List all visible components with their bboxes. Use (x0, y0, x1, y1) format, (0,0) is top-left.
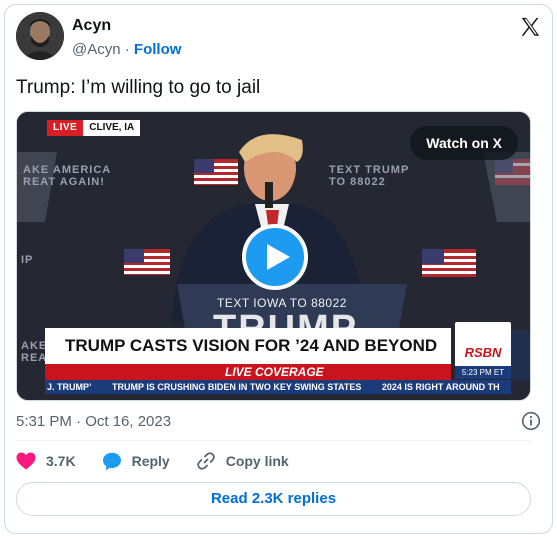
play-button[interactable] (242, 224, 308, 290)
live-badge: LIVE (47, 120, 84, 136)
tweet-text: Trump: I’m willing to go to jail (16, 77, 261, 98)
backdrop-fragment-bottom: AKE REA (21, 340, 48, 364)
ticker-item: TRUMP IS CRUSHING BIDEN IN TWO KEY SWING… (112, 382, 362, 392)
reply-icon (102, 452, 121, 470)
separator: · (124, 41, 130, 58)
live-tag: LIVE CLIVE, IA (47, 120, 141, 136)
info-icon[interactable] (521, 411, 541, 431)
play-icon (267, 244, 290, 270)
live-coverage-banner: LIVE COVERAGE (45, 364, 451, 380)
divider (16, 440, 531, 441)
flag-icon (194, 159, 238, 185)
video-player[interactable]: AKE AMERICA REAT AGAIN! TEXT TRUMP TO 88… (16, 111, 531, 401)
watch-on-x-button[interactable]: Watch on X (410, 126, 518, 160)
author-handle[interactable]: @Acyn (72, 41, 121, 58)
avatar[interactable] (16, 12, 64, 60)
like-count: 3.7K (46, 453, 76, 469)
news-ticker: J. TRUMP’ TRUMP IS CRUSHING BIDEN IN TWO… (45, 380, 511, 394)
author-name[interactable]: Acyn (72, 17, 111, 35)
like-button[interactable]: 3.7K (16, 452, 76, 470)
reply-button[interactable]: Reply (102, 452, 170, 471)
backdrop-fragment: IP (21, 254, 34, 266)
reply-label: Reply (131, 453, 170, 469)
backdrop-text-trump: TEXT TRUMP TO 88022 (329, 164, 410, 188)
ticker-item: 2024 IS RIGHT AROUND TH (381, 382, 500, 392)
ticker-item: J. TRUMP’ (47, 382, 92, 392)
tweet-timestamp[interactable]: 5:31 PM · Oct 16, 2023 (16, 413, 171, 430)
author-handle-line: @Acyn · Follow (72, 41, 181, 58)
backdrop-slogan: AKE AMERICA REAT AGAIN! (23, 164, 112, 188)
read-replies-button[interactable]: Read 2.3K replies (16, 482, 531, 516)
headline-banner: TRUMP CASTS VISION FOR ’24 AND BEYOND (45, 328, 451, 364)
copy-link-label: Copy link (225, 453, 289, 469)
copy-link-button[interactable]: Copy link (196, 451, 289, 471)
heart-icon (16, 452, 36, 470)
location-label: CLIVE, IA (83, 120, 141, 136)
follow-button[interactable]: Follow (134, 41, 182, 58)
network-name: RSBN (464, 345, 502, 360)
network-time: 5:23 PM ET (455, 366, 511, 379)
x-logo-icon[interactable] (519, 16, 541, 38)
link-icon (196, 452, 215, 470)
tweet-actions: 3.7K Reply Copy link (16, 448, 315, 474)
